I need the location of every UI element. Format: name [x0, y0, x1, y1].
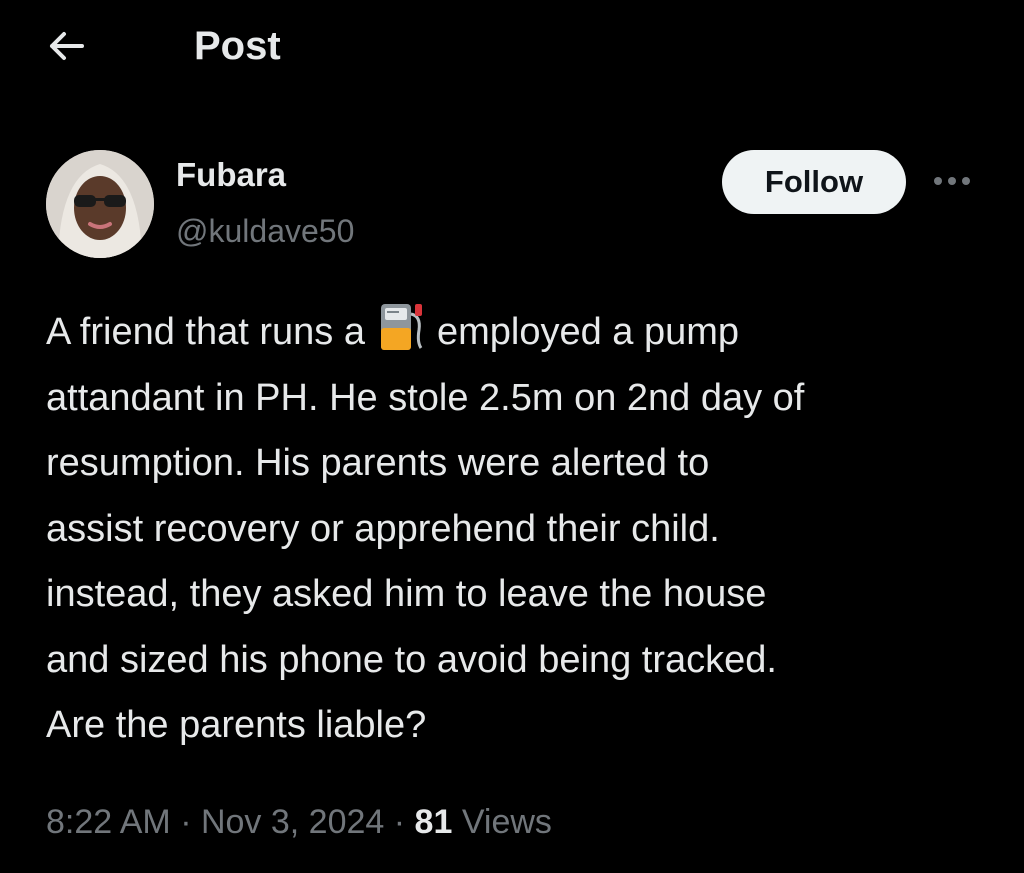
post-text: A friend that runs a employed a pump att… [46, 300, 996, 759]
fuel-pump-icon [380, 304, 423, 350]
post-line: Are the parents liable? [46, 704, 427, 746]
user-avatar [46, 150, 154, 258]
author-handle[interactable]: @kuldave50 [176, 211, 354, 251]
author-name[interactable]: Fubara [176, 155, 286, 195]
post-line: assist recovery or apprehend their child… [46, 507, 720, 550]
post-date[interactable]: Nov 3, 2024 [201, 803, 384, 841]
post-line: attandant in PH. He stole 2.5m on 2nd da… [46, 376, 805, 419]
post-text-segment: A friend that runs a [46, 311, 365, 353]
page-title: Post [194, 24, 281, 68]
post-meta: 8:22 AM · Nov 3, 2024 · 81 Views [46, 800, 552, 844]
meta-separator: · [170, 803, 201, 841]
views-count[interactable]: 81 [415, 803, 453, 841]
arrow-left-icon[interactable] [44, 24, 88, 68]
follow-button[interactable]: Follow [722, 150, 906, 214]
post-line: A friend that runs a employed a pump [46, 300, 996, 366]
post-line: and sized his phone to avoid being track… [46, 638, 777, 681]
post-text-segment: employed a pump [436, 311, 740, 353]
more-horizontal-icon[interactable] [930, 166, 974, 196]
post-time[interactable]: 8:22 AM [46, 803, 171, 841]
post-header: Post [0, 0, 1024, 96]
views-label[interactable]: Views [452, 803, 552, 841]
meta-separator: · [384, 803, 415, 841]
post-line: resumption. His parents were alerted to [46, 442, 710, 484]
avatar[interactable] [46, 150, 154, 258]
post-line: instead, they asked him to leave the hou… [46, 573, 767, 615]
